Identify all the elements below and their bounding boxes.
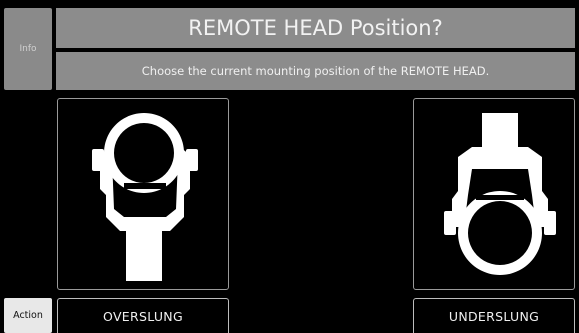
info-label: Info bbox=[19, 44, 37, 54]
overslung-option-panel[interactable] bbox=[57, 98, 229, 290]
underslung-option-panel[interactable] bbox=[413, 98, 575, 290]
action-label: Action bbox=[13, 310, 43, 321]
action-button[interactable]: Action bbox=[4, 298, 52, 333]
overslung-label: OVERSLUNG bbox=[103, 308, 183, 324]
underslung-button[interactable]: UNDERSLUNG bbox=[413, 298, 575, 333]
overslung-button[interactable]: OVERSLUNG bbox=[57, 298, 229, 333]
title-text: REMOTE HEAD Position? bbox=[188, 16, 443, 40]
page-subtitle: Choose the current mounting position of … bbox=[56, 52, 575, 90]
subtitle-text: Choose the current mounting position of … bbox=[141, 64, 490, 78]
underslung-head-icon bbox=[444, 113, 556, 275]
overslung-head-icon bbox=[92, 113, 198, 281]
info-button[interactable]: Info bbox=[4, 8, 52, 90]
underslung-label: UNDERSLUNG bbox=[448, 308, 540, 324]
page-title: REMOTE HEAD Position? bbox=[56, 8, 575, 48]
